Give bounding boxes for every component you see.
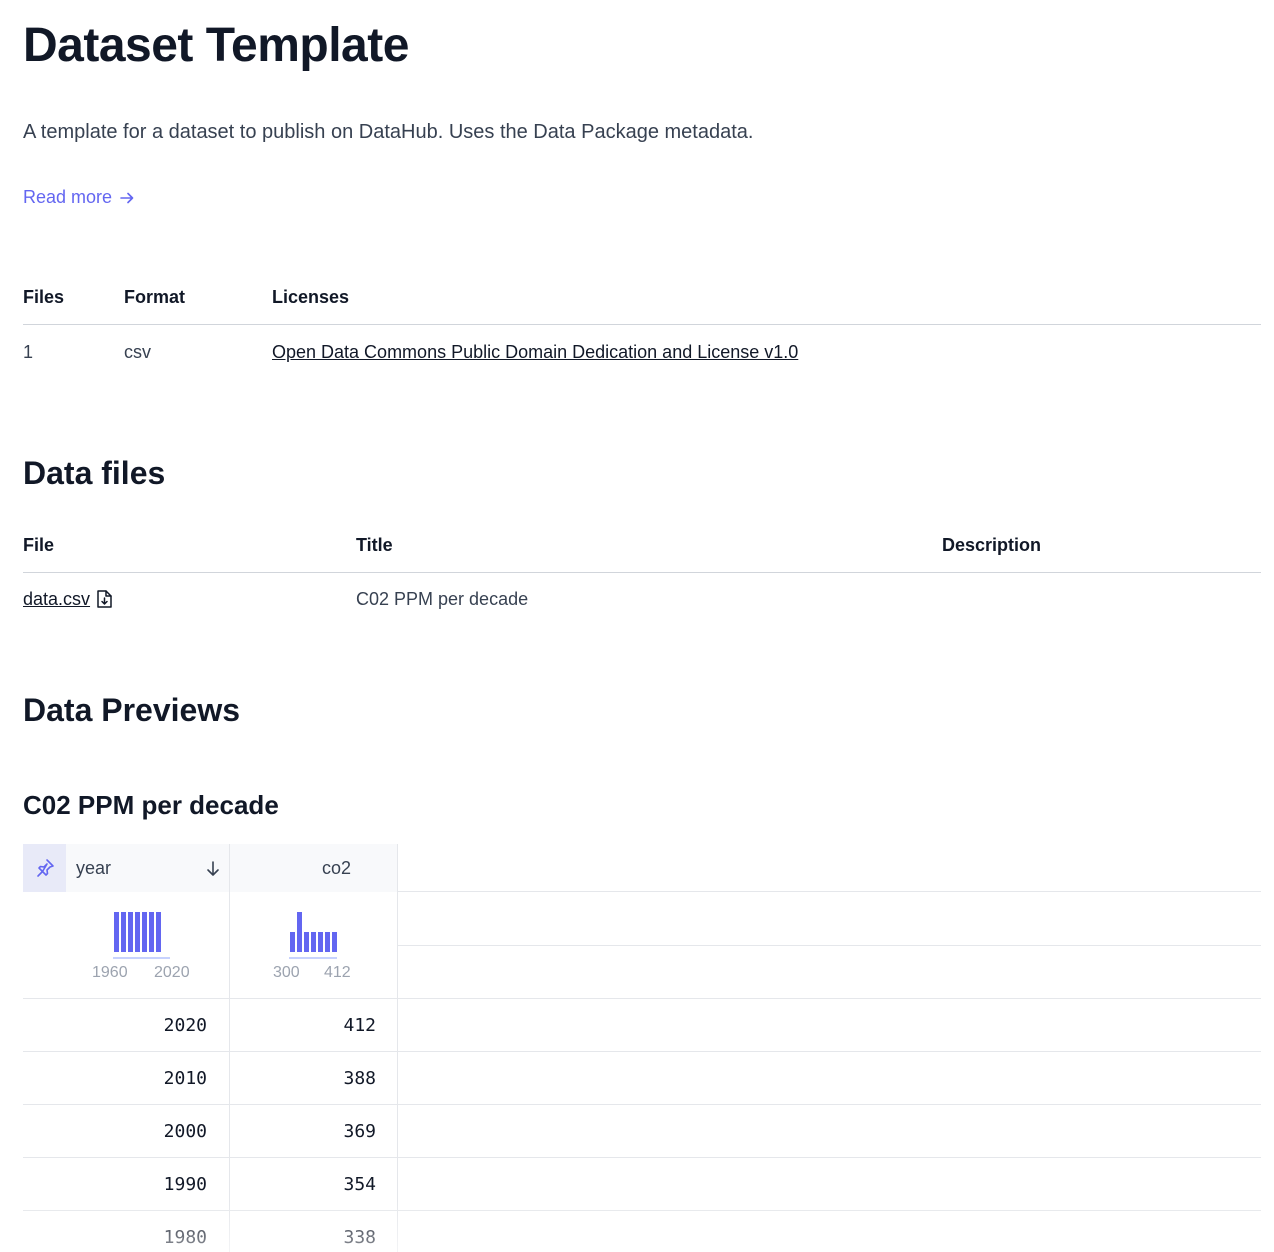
meta-header-format: Format <box>124 272 272 325</box>
grid-header-row: year co2 <box>23 844 1261 892</box>
histogram-bar[interactable] <box>290 932 295 952</box>
column-name-year: year <box>76 858 112 878</box>
data-file-link-group: data.csv <box>23 589 113 610</box>
cell-year: 2020 <box>163 1014 207 1036</box>
year-histogram-max: 2020 <box>154 964 190 981</box>
histogram-bar[interactable] <box>297 912 302 952</box>
year-histogram[interactable]: 1960 2020 <box>23 892 230 998</box>
histogram-bar[interactable] <box>325 932 330 952</box>
page-title: Dataset Template <box>23 19 409 72</box>
cell-co2: 369 <box>343 1120 376 1142</box>
row-filler <box>398 1105 1261 1157</box>
row-filler <box>398 1052 1261 1104</box>
cell-year: 1980 <box>163 1227 207 1248</box>
files-header-file: File <box>23 520 356 573</box>
column-header-co2[interactable]: co2 <box>230 844 398 892</box>
cell-co2: 338 <box>343 1227 376 1248</box>
files-header-title: Title <box>356 520 942 573</box>
table-row[interactable]: 2000 369 <box>23 1105 1261 1158</box>
table-row[interactable]: 2020 412 <box>23 999 1261 1052</box>
license-link[interactable]: Open Data Commons Public Domain Dedicati… <box>272 342 798 362</box>
column-name-co2: co2 <box>322 858 352 878</box>
pin-icon[interactable] <box>23 844 66 892</box>
grid-histogram-row: 1960 2020 300 412 <box>23 892 1261 999</box>
histogram-bar[interactable] <box>128 912 133 952</box>
data-file-description <box>942 572 1261 626</box>
histogram-bar[interactable] <box>311 932 316 952</box>
year-histogram-baseline <box>113 957 170 959</box>
cell-year: 2010 <box>163 1067 207 1089</box>
meta-header-licenses: Licenses <box>272 272 1261 325</box>
grid-divider <box>398 945 1261 946</box>
meta-files-count: 1 <box>23 341 34 362</box>
cell-year: 2000 <box>163 1120 207 1142</box>
co2-histogram-baseline <box>289 957 337 959</box>
meta-row: 1 csv Open Data Commons Public Domain De… <box>23 324 1261 380</box>
read-more-label: Read more <box>23 187 113 207</box>
page-description: A template for a dataset to publish on D… <box>23 121 754 143</box>
files-header-description: Description <box>942 520 1261 573</box>
histogram-bar[interactable] <box>304 932 309 952</box>
data-file-row: data.csv C02 PPM per decade <box>23 572 1261 626</box>
data-file-title: C02 PPM per decade <box>356 588 529 609</box>
grid-histogram-filler <box>398 892 1261 998</box>
co2-histogram-bars <box>290 912 337 952</box>
co2-histogram[interactable]: 300 412 <box>230 892 398 998</box>
histogram-bar[interactable] <box>156 912 161 952</box>
histogram-bar[interactable] <box>318 932 323 952</box>
histogram-bar[interactable] <box>135 912 140 952</box>
co2-histogram-min: 300 <box>273 964 300 981</box>
row-filler <box>398 999 1261 1051</box>
histogram-bar[interactable] <box>332 932 337 952</box>
row-filler <box>398 1211 1261 1252</box>
row-filler <box>398 1158 1261 1210</box>
year-histogram-min: 1960 <box>92 964 128 981</box>
cell-co2: 354 <box>343 1173 376 1195</box>
table-row[interactable]: 2010 388 <box>23 1052 1261 1105</box>
data-file-link[interactable]: data.csv <box>23 589 90 610</box>
year-histogram-bars <box>114 912 161 952</box>
grid-header-filler <box>398 844 1261 892</box>
data-previews-heading: Data Previews <box>23 692 241 728</box>
file-download-icon[interactable] <box>96 589 113 609</box>
cell-year: 1990 <box>163 1173 207 1195</box>
table-row[interactable]: 1980 338 <box>23 1211 1261 1252</box>
preview-title: C02 PPM per decade <box>23 790 279 820</box>
meta-header-files: Files <box>23 272 124 325</box>
dataset-meta-table: Files Format Licenses 1 csv Open Data Co… <box>23 272 1261 380</box>
meta-format: csv <box>124 341 151 362</box>
sort-descending-icon[interactable] <box>205 860 221 878</box>
data-files-heading: Data files <box>23 455 166 491</box>
cell-co2: 388 <box>343 1067 376 1089</box>
column-header-year[interactable]: year <box>23 844 230 892</box>
arrow-right-icon <box>120 192 134 203</box>
table-row[interactable]: 1990 354 <box>23 1158 1261 1211</box>
histogram-bar[interactable] <box>142 912 147 952</box>
histogram-bar[interactable] <box>149 912 154 952</box>
co2-histogram-max: 412 <box>324 964 351 981</box>
data-files-table: File Title Description data.csv C02 PPM … <box>23 520 1261 626</box>
histogram-bar[interactable] <box>114 912 119 952</box>
histogram-bar[interactable] <box>121 912 126 952</box>
read-more-link[interactable]: Read more <box>23 187 136 208</box>
cell-co2: 412 <box>343 1014 376 1036</box>
